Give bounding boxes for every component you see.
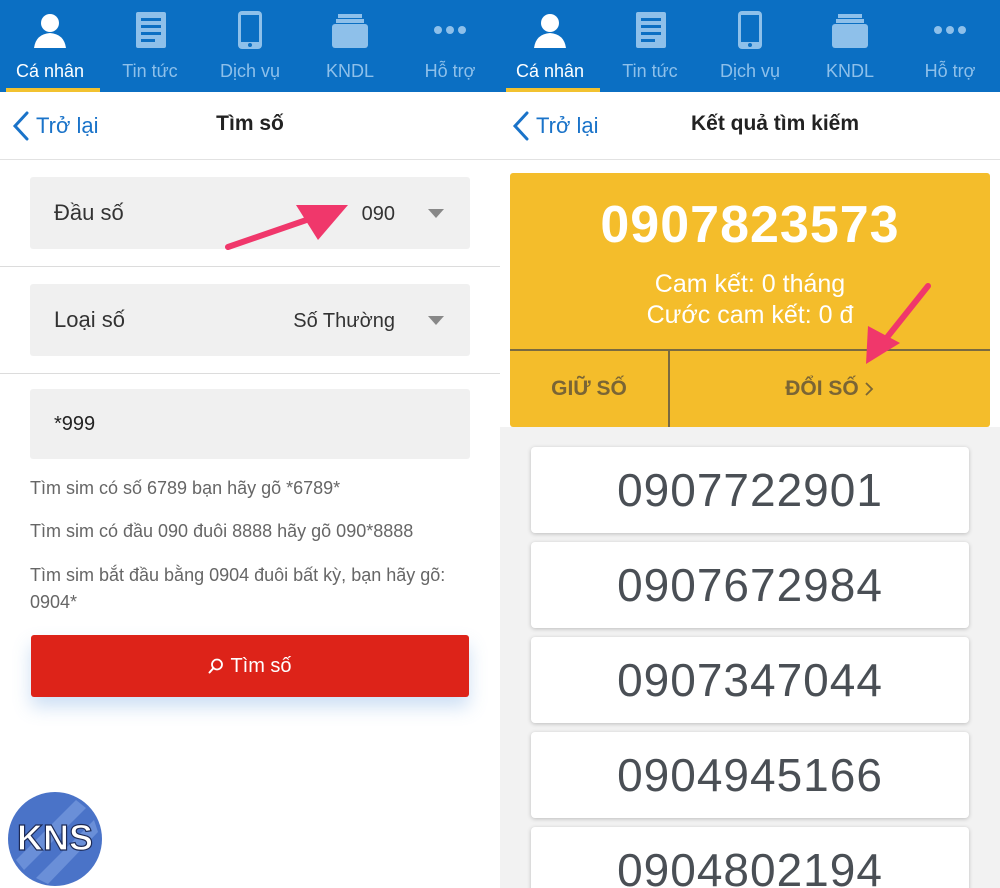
- divider: [0, 373, 500, 374]
- more-icon: [434, 26, 466, 34]
- folder-icon: [832, 14, 868, 48]
- search-button[interactable]: Tìm số: [31, 635, 469, 697]
- keep-number-button[interactable]: GIỮ SỐ: [510, 351, 668, 427]
- watermark-text: KNS: [17, 817, 93, 858]
- chevron-right-icon: [865, 382, 874, 396]
- prefix-value: 090: [361, 203, 395, 225]
- divider: [0, 266, 500, 267]
- commitment-fee-text: Cước cam kết: 0 đ: [646, 301, 854, 329]
- nav-tab-support[interactable]: Hỗ trợ: [400, 0, 500, 92]
- selected-number: 0907823573: [600, 196, 900, 254]
- search-hint: Tìm sim có đầu 090 đuôi 8888 hãy gõ 090*…: [30, 521, 414, 541]
- person-icon: [34, 14, 66, 48]
- top-navigation: Cá nhân Tin tức Dịch vụ KNDL Hỗ trợ: [500, 0, 1000, 92]
- nav-tab-news[interactable]: Tin tức: [100, 0, 200, 92]
- page-title: Tìm số: [216, 112, 284, 135]
- nav-tab-kndl[interactable]: KNDL: [300, 0, 400, 92]
- nav-tab-label: Cá nhân: [15, 61, 85, 81]
- news-icon: [136, 12, 166, 48]
- phone-icon: [238, 11, 262, 49]
- nav-tab-news[interactable]: Tin tức: [600, 0, 700, 92]
- nav-tab-label: Tin tức: [122, 61, 178, 81]
- result-number-item[interactable]: 0907722901: [531, 447, 969, 533]
- page-header: Trở lại Kết quả tìm kiếm: [500, 92, 1000, 160]
- selected-number-card: 0907823573 Cam kết: 0 tháng Cước cam kết…: [510, 173, 990, 427]
- change-number-button[interactable]: ĐỔI SỐ: [670, 351, 990, 427]
- nav-tab-label: Cá nhân: [515, 61, 585, 81]
- nav-tab-label: Hỗ trợ: [924, 61, 976, 81]
- search-screen: Cá nhân Tin tức Dịch vụ KNDL Hỗ trợ Trở …: [0, 0, 500, 888]
- commitment-text: Cam kết: 0 tháng: [654, 270, 846, 298]
- prefix-select[interactable]: Đầu số 090: [30, 177, 470, 249]
- nav-tab-personal[interactable]: Cá nhân: [500, 0, 600, 92]
- keep-number-label: GIỮ SỐ: [551, 377, 627, 400]
- prefix-label: Đầu số: [54, 200, 124, 225]
- folder-icon: [332, 14, 368, 48]
- result-number: 0907722901: [617, 464, 883, 516]
- number-type-label: Loại số: [54, 307, 125, 332]
- nav-tab-label: Hỗ trợ: [424, 61, 476, 81]
- search-hint: Tìm sim bắt đầu bằng 0904 đuôi bất kỳ, b…: [30, 565, 446, 612]
- nav-tab-personal[interactable]: Cá nhân: [0, 0, 100, 92]
- page-title: Kết quả tìm kiếm: [690, 112, 860, 135]
- result-number: 0907347044: [617, 654, 883, 706]
- nav-tab-services[interactable]: Dịch vụ: [200, 0, 300, 92]
- more-icon: [934, 26, 966, 34]
- search-results-screen: Cá nhân Tin tức Dịch vụ KNDL Hỗ trợ Trở …: [500, 0, 1000, 888]
- change-number-label: ĐỔI SỐ: [785, 377, 859, 400]
- person-icon: [534, 14, 566, 48]
- nav-tab-label: KNDL: [825, 61, 874, 81]
- nav-tab-services[interactable]: Dịch vụ: [700, 0, 800, 92]
- nav-tab-label: Tin tức: [622, 61, 678, 81]
- news-icon: [636, 12, 666, 48]
- top-navigation: Cá nhân Tin tức Dịch vụ KNDL Hỗ trợ: [0, 0, 500, 92]
- result-number: 0904802194: [617, 844, 883, 888]
- result-number: 0907672984: [617, 559, 883, 611]
- page-header: Trở lại Tìm số: [0, 92, 500, 160]
- result-number-item[interactable]: 0904945166: [531, 732, 969, 818]
- number-type-value: Số Thường: [293, 310, 395, 332]
- search-icon: [208, 658, 224, 674]
- number-type-select[interactable]: Loại số Số Thường: [30, 284, 470, 356]
- result-number-item[interactable]: 0907347044: [531, 637, 969, 723]
- result-number-item[interactable]: 0904802194: [531, 827, 969, 888]
- nav-tab-kndl[interactable]: KNDL: [800, 0, 900, 92]
- result-number: 0904945166: [617, 749, 883, 801]
- caret-down-icon: [428, 209, 444, 218]
- nav-tab-support[interactable]: Hỗ trợ: [900, 0, 1000, 92]
- nav-tab-label: Dịch vụ: [719, 61, 781, 81]
- search-button-label: Tìm số: [230, 654, 292, 677]
- result-number-item[interactable]: 0907672984: [531, 542, 969, 628]
- number-search-input[interactable]: [30, 389, 470, 459]
- search-hint: Tìm sim có số 6789 bạn hãy gõ *6789*: [30, 478, 341, 498]
- nav-tab-label: Dịch vụ: [219, 61, 281, 81]
- kns-logo: KNS: [8, 792, 102, 886]
- phone-icon: [738, 11, 762, 49]
- caret-down-icon: [428, 316, 444, 325]
- nav-tab-label: KNDL: [325, 61, 374, 81]
